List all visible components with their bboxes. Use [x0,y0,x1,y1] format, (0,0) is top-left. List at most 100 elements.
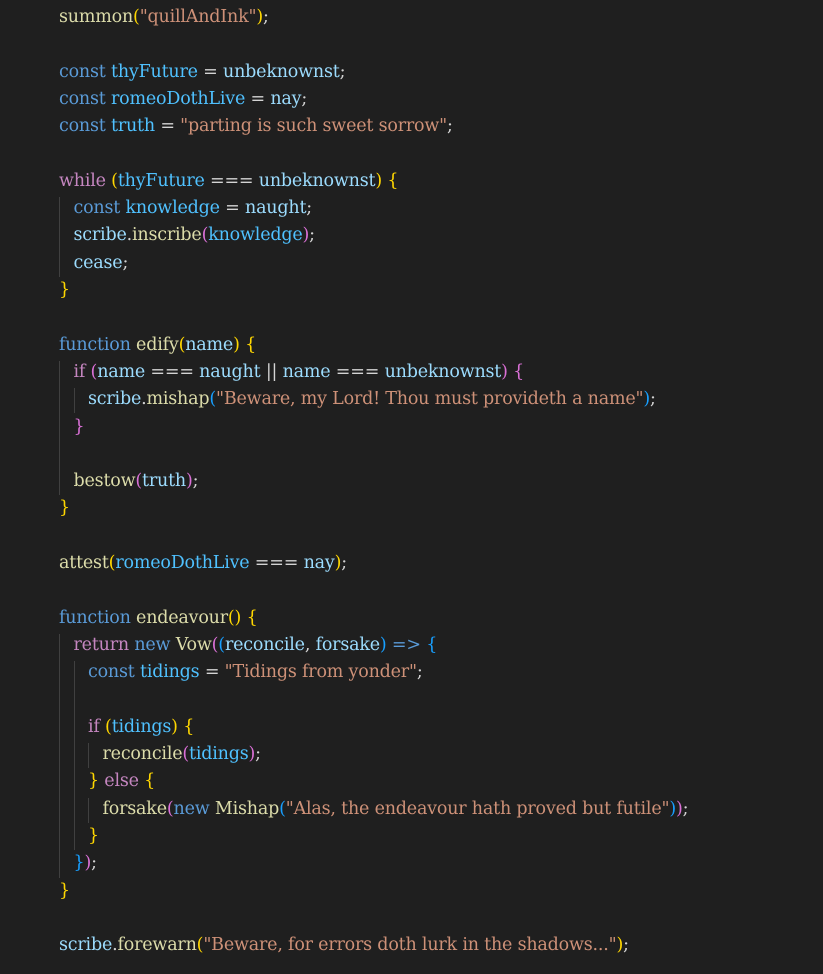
code-line[interactable]: } else { [88,768,155,795]
code-line[interactable]: cease; [74,250,129,277]
code-token: ) [186,471,193,492]
code-token: ( [111,170,118,191]
code-token: ; [192,471,199,492]
code-editor[interactable]: summon("quillAndInk"); const thyFuture = … [0,0,823,974]
code-token: ; [301,88,308,109]
code-token: naught [245,198,307,219]
code-line[interactable]: const thyFuture = unbeknownst; [59,59,345,86]
indent-guide [73,661,75,851]
code-token: scribe [59,935,113,956]
code-token: unbeknownst [384,361,502,382]
code-token: const [59,116,111,137]
code-token: { [387,170,399,191]
code-line[interactable]: attest(romeoDothLive === nay); [59,550,347,577]
code-line[interactable]: }); [74,850,97,877]
code-token: romeoDothLive [110,88,246,109]
code-token: ( [133,7,140,27]
code-token: romeoDothLive [115,553,250,573]
code-line[interactable]: if (name === naught || name === unbeknow… [74,359,525,386]
code-token: function [59,334,137,355]
code-token: thyFuture [110,61,198,82]
code-token: ; [447,116,453,137]
code-token: bestow [73,471,136,492]
code-token: ) [171,716,178,737]
code-token: } [88,771,99,792]
code-line[interactable]: while (thyFuture === unbeknownst) { [59,168,398,195]
code-line[interactable]: return new Vow((reconcile, forsake) => { [74,632,438,659]
code-line[interactable]: } [59,277,70,304]
code-token: ) [375,170,382,191]
code-token: knowledge [208,225,303,246]
code-line[interactable]: function edify(name) { [59,332,256,359]
code-token: truth [142,471,187,492]
code-token: ( [279,798,286,819]
indent-guide [59,633,60,878]
code-token: naught [199,361,261,382]
code-token: ; [682,798,689,819]
code-line[interactable]: } [59,495,70,522]
code-token: "quillAndInk" [139,7,257,27]
code-token: { [183,716,195,737]
code-line[interactable]: summon("quillAndInk"); [59,4,269,31]
code-token: ; [91,853,97,874]
code-token: ( [105,716,112,737]
code-token: thyFuture [117,170,205,191]
code-token: } [59,498,70,519]
code-line[interactable]: scribe.forewarn("Beware, for errors doth… [59,932,629,959]
code-token: ; [255,744,261,765]
code-token: === [145,361,200,382]
code-token: function [59,607,137,628]
code-token: "Tidings from yonder" [224,662,417,683]
code-token: tidings [139,662,200,683]
code-token: name [185,334,234,355]
code-token: knowledge [125,198,220,219]
code-line[interactable]: const knowledge = naught; [74,195,313,222]
code-line[interactable]: forsake(new Mishap("Alas, the endeavour … [103,796,689,823]
code-token: "Beware, for errors doth lurk in the sha… [203,935,617,956]
code-token: const [59,88,111,109]
indent-guide [59,360,60,496]
code-token: forewarn [117,935,197,956]
code-token: mishap [146,389,210,410]
code-line[interactable]: scribe.mishap("Beware, my Lord! Thou mus… [88,386,656,413]
code-line[interactable]: } [88,823,99,850]
code-token: attest [59,553,109,573]
code-token: forsake [315,634,381,655]
code-token: ) [501,361,508,382]
code-token: Mishap [214,798,280,819]
code-line[interactable]: const truth = "parting is such sweet sor… [59,113,453,140]
code-token: unbeknownst [223,61,340,82]
code-token: if [88,716,106,737]
code-token: = [197,61,224,82]
code-token: ( [166,798,174,819]
code-token: const [88,662,140,683]
code-token: else [98,771,145,792]
code-token: nay [270,88,302,109]
code-line[interactable]: const romeoDothLive = nay; [59,86,307,113]
code-line[interactable]: if (tidings) { [88,714,194,741]
code-line[interactable]: reconcile(tidings); [103,741,262,768]
code-token: "Beware, my Lord! Thou must provideth a … [216,389,644,410]
code-line[interactable]: } [59,878,70,905]
code-line[interactable]: scribe.inscribe(knowledge); [73,222,316,249]
code-token: scribe [73,225,127,246]
code-line[interactable]: function endeavour() { [59,605,258,632]
code-token: || [260,361,283,382]
code-token: = [219,198,245,219]
code-token: { [245,334,257,355]
code-token: = [154,116,181,137]
code-line[interactable]: } [74,414,85,441]
code-token: } [73,853,85,874]
code-token: endeavour [136,607,228,628]
code-line[interactable]: const tidings = "Tidings from yonder"; [88,659,423,686]
code-token: new [173,798,215,819]
code-token: === [249,553,304,573]
indent-guide [59,197,60,277]
code-token: } [59,280,70,300]
code-token: name [282,361,331,382]
code-line[interactable]: bestow(truth); [74,468,199,495]
code-token: if [73,361,91,382]
code-token: = [245,88,271,109]
code-token: => [386,634,427,655]
code-token: ) [379,634,387,655]
